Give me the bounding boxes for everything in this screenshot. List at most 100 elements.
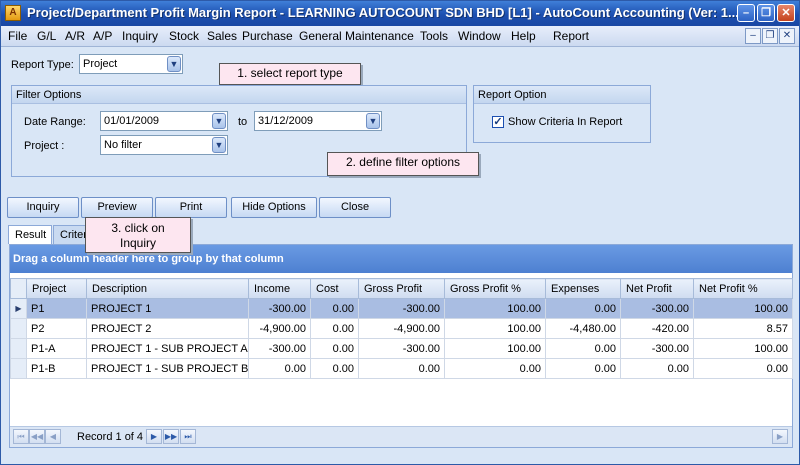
column-header-project[interactable]: Project <box>26 278 87 299</box>
preview-button[interactable]: Preview <box>81 197 153 218</box>
cell-project[interactable]: P1-B <box>26 358 87 379</box>
column-header-gross-profit[interactable]: Gross Profit <box>358 278 445 299</box>
autocount-app-icon[interactable]: A <box>5 5 21 21</box>
next-record-icon[interactable]: ▶ <box>146 429 162 444</box>
cell-expenses[interactable]: 0.00 <box>545 338 621 359</box>
cell-description[interactable]: PROJECT 2 <box>86 318 249 339</box>
close-window-button[interactable]: ✕ <box>777 4 795 22</box>
cell-description[interactable]: PROJECT 1 - SUB PROJECT A <box>86 338 249 359</box>
cell-net-profit[interactable]: -300.00 <box>620 298 694 319</box>
cell-gross-profit-pct[interactable]: 0.00 <box>444 358 546 379</box>
cell-net-profit[interactable]: 0.00 <box>620 358 694 379</box>
menu-gl[interactable]: G/L <box>37 29 56 43</box>
menu-help[interactable]: Help <box>511 29 536 43</box>
cell-cost[interactable]: 0.00 <box>310 338 359 359</box>
date-from-picker[interactable]: 01/01/2009 ▼ <box>100 111 228 131</box>
cell-gross-profit-pct[interactable]: 100.00 <box>444 338 546 359</box>
close-button[interactable]: Close <box>319 197 391 218</box>
cell-net-profit-pct[interactable]: 100.00 <box>693 338 793 359</box>
chevron-down-icon[interactable]: ▼ <box>212 137 226 153</box>
cell-project[interactable]: P1 <box>26 298 87 319</box>
cell-project[interactable]: P2 <box>26 318 87 339</box>
column-header-income[interactable]: Income <box>248 278 311 299</box>
menu-general-maintenance[interactable]: General Maintenance <box>299 29 414 43</box>
menu-sales[interactable]: Sales <box>207 29 237 43</box>
column-header-description[interactable]: Description <box>86 278 249 299</box>
project-filter-combo[interactable]: No filter ▼ <box>100 135 228 155</box>
row-selector[interactable] <box>10 358 27 379</box>
date-to-picker[interactable]: 31/12/2009 ▼ <box>254 111 382 131</box>
cell-gross-profit[interactable]: 0.00 <box>358 358 445 379</box>
cell-expenses[interactable]: -4,480.00 <box>545 318 621 339</box>
cell-project[interactable]: P1-A <box>26 338 87 359</box>
hide-options-button[interactable]: Hide Options <box>231 197 317 218</box>
cell-net-profit[interactable]: -420.00 <box>620 318 694 339</box>
chevron-down-icon[interactable]: ▼ <box>167 56 181 72</box>
column-header-cost[interactable]: Cost <box>310 278 359 299</box>
show-criteria-checkbox[interactable]: ✓ <box>492 116 504 128</box>
report-type-combo[interactable]: Project ▼ <box>79 54 183 74</box>
cell-gross-profit-pct[interactable]: 100.00 <box>444 298 546 319</box>
cell-gross-profit[interactable]: -4,900.00 <box>358 318 445 339</box>
cell-expenses[interactable]: 0.00 <box>545 298 621 319</box>
record-position: Record 1 of 4 <box>77 431 144 443</box>
cell-description[interactable]: PROJECT 1 <box>86 298 249 319</box>
menu-ap[interactable]: A/P <box>93 29 112 43</box>
menu-ar[interactable]: A/R <box>65 29 85 43</box>
menu-stock[interactable]: Stock <box>169 29 199 43</box>
cell-income[interactable]: -300.00 <box>248 338 311 359</box>
minimize-button[interactable]: – <box>737 4 755 22</box>
last-record-icon[interactable]: ⏭ <box>180 429 196 444</box>
cell-income[interactable]: -4,900.00 <box>248 318 311 339</box>
table-row[interactable]: P1-B PROJECT 1 - SUB PROJECT B 0.00 0.00… <box>10 358 793 379</box>
cell-gross-profit-pct[interactable]: 100.00 <box>444 318 546 339</box>
title-bar[interactable]: A Project/Department Profit Margin Repor… <box>1 1 799 26</box>
menu-tools[interactable]: Tools <box>420 29 448 43</box>
cell-income[interactable]: 0.00 <box>248 358 311 379</box>
cell-gross-profit[interactable]: -300.00 <box>358 338 445 359</box>
show-criteria-label[interactable]: Show Criteria In Report <box>508 116 622 128</box>
previous-record-icon[interactable]: ◀ <box>45 429 61 444</box>
row-selector[interactable] <box>10 318 27 339</box>
column-header-net-profit-pct[interactable]: Net Profit % <box>693 278 793 299</box>
next-page-icon[interactable]: ▶▶ <box>163 429 179 444</box>
menu-file[interactable]: File <box>8 29 27 43</box>
child-restore-button[interactable]: ❐ <box>762 28 778 44</box>
scroll-right-icon[interactable]: ▶ <box>772 429 788 444</box>
menu-window[interactable]: Window <box>458 29 501 43</box>
previous-page-icon[interactable]: ◀◀ <box>29 429 45 444</box>
cell-gross-profit[interactable]: -300.00 <box>358 298 445 319</box>
cell-expenses[interactable]: 0.00 <box>545 358 621 379</box>
row-selector[interactable] <box>10 338 27 359</box>
cell-net-profit[interactable]: -300.00 <box>620 338 694 359</box>
date-to-value: 31/12/2009 <box>258 115 314 127</box>
table-row[interactable]: P2 PROJECT 2 -4,900.00 0.00 -4,900.00 10… <box>10 318 793 339</box>
chevron-down-icon[interactable]: ▼ <box>212 113 226 129</box>
tab-result[interactable]: Result <box>8 225 52 244</box>
report-type-value: Project <box>83 58 118 70</box>
menu-purchase[interactable]: Purchase <box>242 29 293 43</box>
cell-net-profit-pct[interactable]: 8.57 <box>693 318 793 339</box>
table-row[interactable]: ▶ P1 PROJECT 1 -300.00 0.00 -300.00 100.… <box>10 298 793 319</box>
cell-description[interactable]: PROJECT 1 - SUB PROJECT B <box>86 358 249 379</box>
first-record-icon[interactable]: ⏮ <box>13 429 29 444</box>
report-option-title: Report Option <box>474 86 650 104</box>
print-button[interactable]: Print <box>155 197 227 218</box>
cell-income[interactable]: -300.00 <box>248 298 311 319</box>
column-header-expenses[interactable]: Expenses <box>545 278 621 299</box>
child-minimize-button[interactable]: – <box>745 28 761 44</box>
column-header-net-profit[interactable]: Net Profit <box>620 278 694 299</box>
menu-report[interactable]: Report <box>553 29 589 43</box>
restore-button[interactable]: ❐ <box>757 4 775 22</box>
cell-cost[interactable]: 0.00 <box>310 358 359 379</box>
menu-inquiry[interactable]: Inquiry <box>122 29 158 43</box>
table-row[interactable]: P1-A PROJECT 1 - SUB PROJECT A -300.00 0… <box>10 338 793 359</box>
cell-net-profit-pct[interactable]: 0.00 <box>693 358 793 379</box>
chevron-down-icon[interactable]: ▼ <box>366 113 380 129</box>
cell-cost[interactable]: 0.00 <box>310 318 359 339</box>
child-close-button[interactable]: ✕ <box>779 28 795 44</box>
inquiry-button[interactable]: Inquiry <box>7 197 79 218</box>
cell-net-profit-pct[interactable]: 100.00 <box>693 298 793 319</box>
cell-cost[interactable]: 0.00 <box>310 298 359 319</box>
column-header-gross-profit-pct[interactable]: Gross Profit % <box>444 278 546 299</box>
